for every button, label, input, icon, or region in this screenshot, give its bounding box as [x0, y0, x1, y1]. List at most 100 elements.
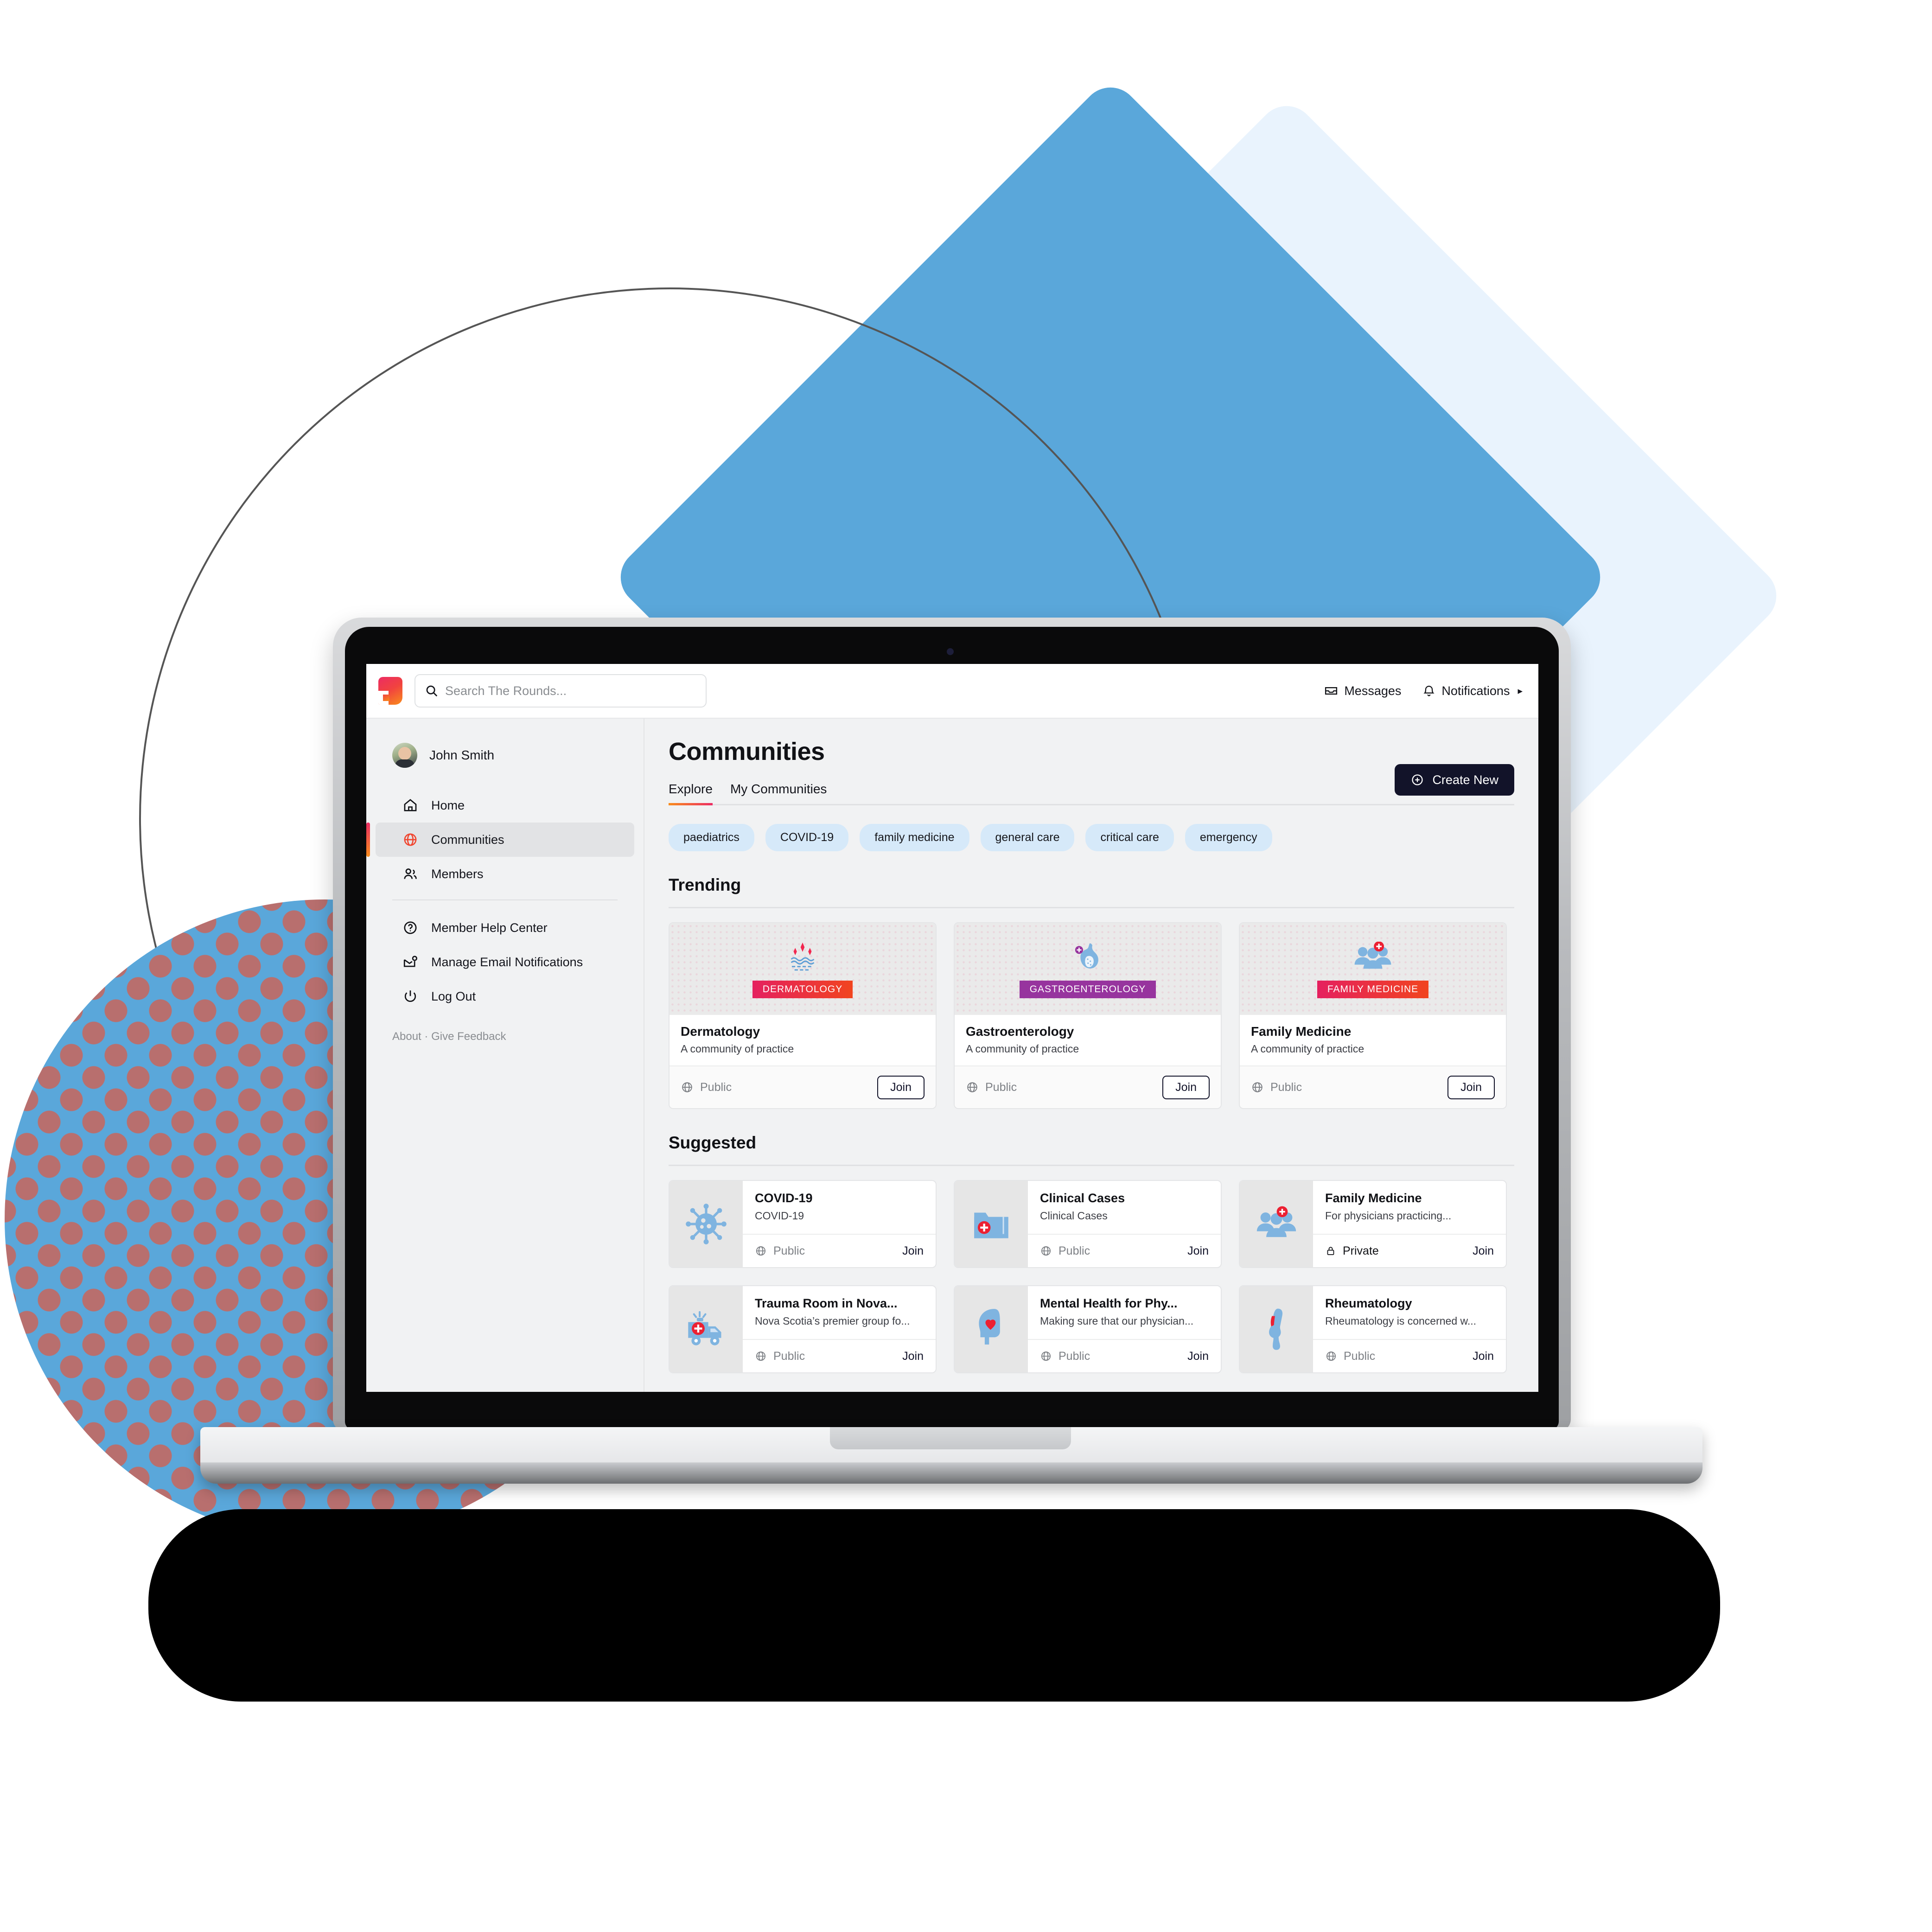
card-body: Gastroenterology A community of practice — [955, 1015, 1221, 1065]
suggested-card[interactable]: Family Medicine For physicians practicin… — [1239, 1180, 1507, 1268]
sidebar-user[interactable]: John Smith — [366, 743, 644, 768]
card-cover-tag: GASTROENTEROLOGY — [1019, 981, 1156, 998]
sidebar-item-members[interactable]: Members — [376, 857, 634, 891]
people-icon — [402, 865, 419, 883]
create-new-button[interactable]: Create New — [1395, 764, 1514, 796]
card-main: COVID-19 COVID-19 Public Join — [743, 1181, 936, 1267]
join-button[interactable]: Join — [1447, 1075, 1495, 1099]
card-subtitle: COVID-19 — [755, 1210, 804, 1222]
folder-medical-icon — [955, 1181, 1028, 1267]
community-card[interactable]: FAMILY MEDICINE Family Medicine A commun… — [1239, 922, 1507, 1109]
sidebar-item-home[interactable]: Home — [376, 788, 634, 823]
card-title: Clinical Cases — [1040, 1191, 1125, 1205]
tag-chip[interactable]: family medicine — [860, 824, 969, 851]
card-body: Dermatology A community of practice — [670, 1015, 936, 1065]
join-button[interactable]: Join — [1473, 1244, 1494, 1258]
visibility-label: Public — [1344, 1349, 1376, 1363]
card-body: Rheumatology Rheumatology is concerned w… — [1313, 1286, 1506, 1339]
suggested-card[interactable]: Trauma Room in Nova... Nova Scotia’s pre… — [669, 1285, 937, 1373]
virus-icon — [670, 1181, 743, 1267]
card-footer: Public Join — [1240, 1065, 1506, 1108]
sidebar-item-log-out[interactable]: Log Out — [376, 979, 634, 1014]
the-rounds-logo-icon[interactable] — [378, 677, 402, 705]
globe-icon — [966, 1081, 979, 1094]
lock-icon — [1325, 1245, 1336, 1257]
card-main: Rheumatology Rheumatology is concerned w… — [1313, 1286, 1506, 1372]
group-plus-icon — [1240, 1181, 1313, 1267]
visibility-badge: Private — [1325, 1244, 1379, 1258]
sidebar-item-manage-email-notifications[interactable]: Manage Email Notifications — [376, 945, 634, 979]
visibility-label: Public — [1058, 1244, 1090, 1257]
visibility-badge: Public — [681, 1081, 732, 1094]
top-bar: Search The Rounds... Messages Notificati… — [366, 664, 1538, 719]
globe-icon — [1251, 1081, 1264, 1094]
visibility-label: Public — [773, 1349, 805, 1363]
globe-icon — [1325, 1350, 1337, 1362]
card-title: Family Medicine — [1325, 1191, 1422, 1205]
power-icon — [402, 988, 419, 1005]
app-window: Search The Rounds... Messages Notificati… — [366, 664, 1538, 1392]
card-title: Gastroenterology — [966, 1024, 1074, 1039]
chevron-right-icon[interactable]: ▸ — [1518, 685, 1523, 697]
join-button[interactable]: Join — [902, 1350, 924, 1363]
community-card[interactable]: DERMATOLOGY Dermatology A community of p… — [669, 922, 937, 1109]
tag-chip[interactable]: emergency — [1185, 824, 1272, 851]
suggested-card[interactable]: COVID-19 COVID-19 Public Join — [669, 1180, 937, 1268]
card-title: COVID-19 — [755, 1191, 813, 1205]
join-button[interactable]: Join — [877, 1075, 925, 1099]
join-button[interactable]: Join — [1473, 1350, 1494, 1363]
about-link[interactable]: About — [392, 1030, 421, 1043]
sidebar-item-label: Home — [431, 798, 465, 812]
community-card[interactable]: GASTROENTEROLOGY Gastroenterology A comm… — [954, 922, 1222, 1109]
question-circle-icon — [402, 919, 419, 937]
tag-chip[interactable]: paediatrics — [669, 824, 754, 851]
mail-alert-icon — [402, 953, 419, 971]
card-cover: GASTROENTEROLOGY — [955, 923, 1221, 1015]
join-button[interactable]: Join — [1187, 1244, 1209, 1258]
footer-separator: · — [424, 1030, 428, 1043]
sidebar-item-member-help-center[interactable]: Member Help Center — [376, 911, 634, 945]
join-button[interactable]: Join — [1162, 1075, 1210, 1099]
card-body: Family Medicine A community of practice — [1240, 1015, 1506, 1065]
card-footer: Public Join — [743, 1339, 936, 1372]
tag-chip[interactable]: critical care — [1085, 824, 1174, 851]
card-title: Dermatology — [681, 1024, 760, 1039]
laptop-notch — [830, 1427, 1071, 1449]
visibility-badge: Public — [755, 1350, 805, 1363]
sidebar-item-communities[interactable]: Communities — [366, 823, 634, 857]
card-footer: Public Join — [1028, 1234, 1221, 1267]
home-icon — [402, 797, 419, 814]
visibility-label: Public — [985, 1080, 1017, 1094]
tab-explore[interactable]: Explore — [669, 782, 713, 805]
card-title: Family Medicine — [1251, 1024, 1352, 1039]
card-main: Family Medicine For physicians practicin… — [1313, 1181, 1506, 1267]
card-subtitle: A community of practice — [681, 1043, 794, 1055]
page-title: Communities — [669, 738, 825, 765]
card-footer: Public Join — [955, 1065, 1221, 1108]
search-input[interactable]: Search The Rounds... — [414, 674, 707, 708]
notifications-button[interactable]: Notifications ▸ — [1422, 684, 1523, 698]
join-button[interactable]: Join — [1187, 1350, 1209, 1363]
plus-circle-icon — [1410, 773, 1424, 787]
suggested-card[interactable]: Clinical Cases Clinical Cases Public Joi… — [954, 1180, 1222, 1268]
card-subtitle: A community of practice — [1251, 1043, 1365, 1055]
tab-my-communities[interactable]: My Communities — [730, 782, 827, 804]
visibility-badge: Public — [1251, 1081, 1302, 1094]
card-subtitle: Nova Scotia’s premier group fo... — [755, 1315, 910, 1327]
tag-chip[interactable]: COVID-19 — [765, 824, 849, 851]
ambulance-icon — [670, 1286, 743, 1372]
suggested-card[interactable]: Rheumatology Rheumatology is concerned w… — [1239, 1285, 1507, 1373]
card-subtitle: For physicians practicing... — [1325, 1210, 1452, 1222]
give-feedback-link[interactable]: Give Feedback — [431, 1030, 506, 1043]
messages-label: Messages — [1344, 683, 1402, 698]
tag-chip[interactable]: general care — [980, 824, 1075, 851]
visibility-badge: Public — [966, 1081, 1017, 1094]
card-footer: Public Join — [1028, 1339, 1221, 1372]
suggested-card[interactable]: Mental Health for Phy... Making sure tha… — [954, 1285, 1222, 1373]
stomach-icon — [1069, 940, 1106, 976]
join-button[interactable]: Join — [902, 1244, 924, 1258]
messages-button[interactable]: Messages — [1324, 684, 1401, 698]
card-main: Clinical Cases Clinical Cases Public Joi… — [1028, 1181, 1221, 1267]
visibility-badge: Public — [1040, 1244, 1090, 1258]
skin-sparkle-icon — [782, 940, 823, 976]
